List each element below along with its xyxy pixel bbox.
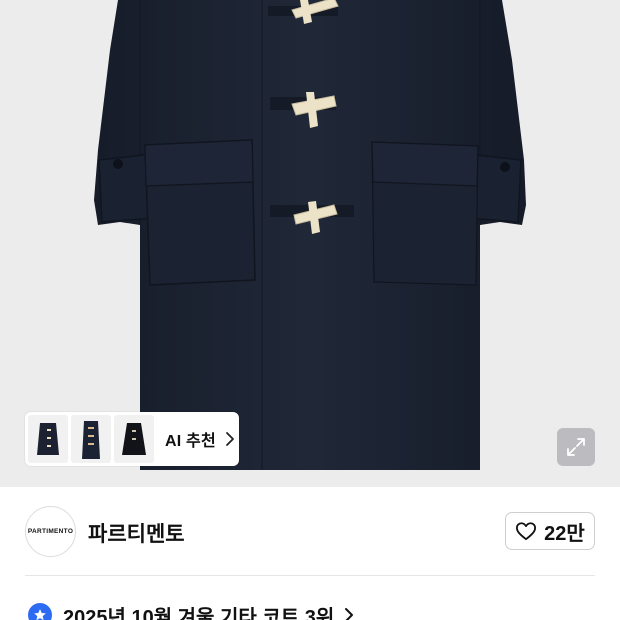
section-divider xyxy=(25,575,595,576)
ai-recommendation-label: AI 추천 xyxy=(165,433,216,450)
heart-outline-icon xyxy=(516,522,537,541)
brand-section: PARTIMENTO 파르티멘토 22만 xyxy=(0,487,620,575)
like-count: 22만 xyxy=(544,522,585,545)
chevron-right-icon xyxy=(225,432,234,446)
brand-logo[interactable]: PARTIMENTO xyxy=(25,506,76,557)
ai-recommendation-button[interactable]: AI 추천 xyxy=(25,412,239,466)
ranking-link[interactable]: 2025년 10월 겨울 기타 코트 3위 xyxy=(28,600,354,620)
expand-icon xyxy=(567,438,585,456)
zoom-button[interactable] xyxy=(557,428,595,466)
navy-duffle-coat-thumbnail[interactable] xyxy=(28,415,68,463)
brand-logo-text: PARTIMENTO xyxy=(27,528,74,535)
star-badge-icon xyxy=(28,603,52,620)
black-duffle-coat-thumbnail[interactable] xyxy=(114,415,154,463)
chevron-right-icon xyxy=(345,608,354,620)
ranking-text: 2025년 10월 겨울 기타 코트 3위 xyxy=(63,606,335,620)
brand-name-link[interactable]: 파르티멘토 xyxy=(88,518,185,548)
like-button[interactable]: 22만 xyxy=(505,512,595,550)
navy-toggle-coat-thumbnail[interactable] xyxy=(71,415,111,463)
